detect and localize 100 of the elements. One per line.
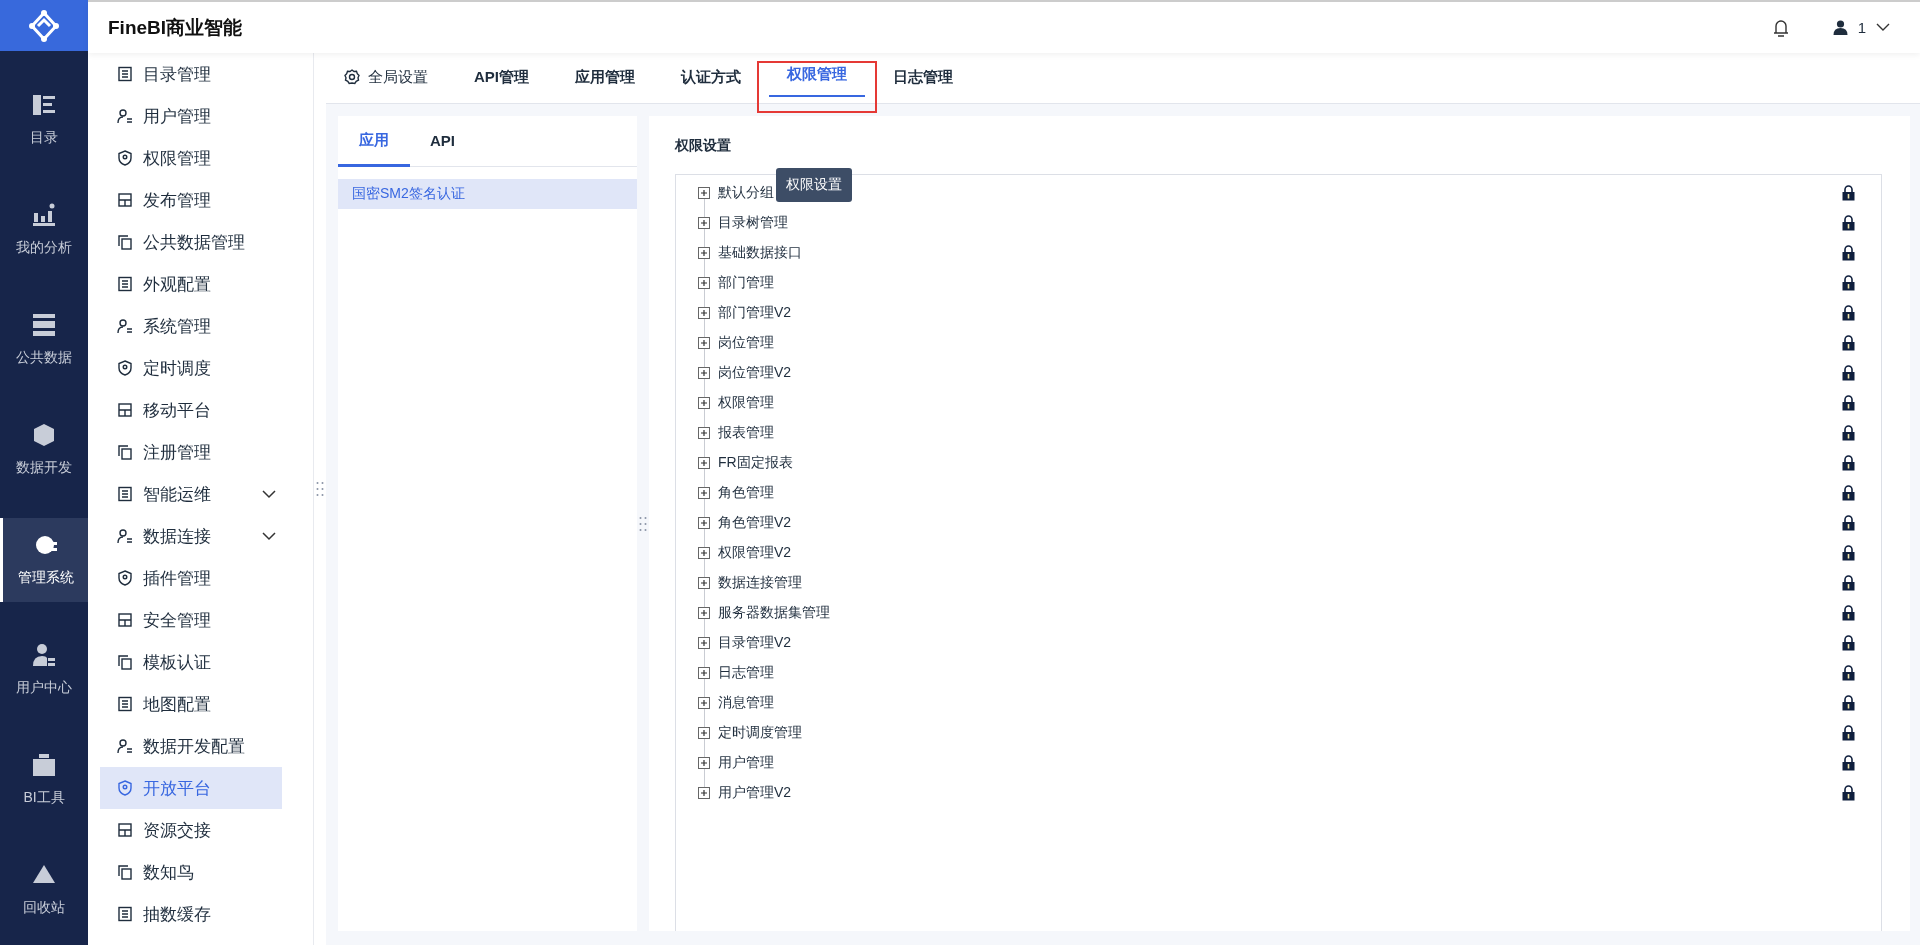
lock-icon[interactable]	[1842, 575, 1855, 591]
expand-icon[interactable]	[698, 427, 710, 439]
menu-item[interactable]: 模板认证	[100, 641, 282, 683]
lock-icon[interactable]	[1842, 635, 1855, 651]
menu-item[interactable]: 权限管理	[100, 137, 282, 179]
menu-item[interactable]: 系统管理	[100, 305, 282, 347]
expand-icon[interactable]	[698, 577, 710, 589]
lock-icon[interactable]	[1842, 395, 1855, 411]
tree-item[interactable]: 用户管理V2	[716, 784, 792, 802]
lock-icon[interactable]	[1842, 455, 1855, 471]
menu-item[interactable]: 公共数据管理	[100, 221, 282, 263]
tree-item[interactable]: 目录管理V2	[716, 634, 792, 652]
rail-item[interactable]: BI工具	[0, 738, 88, 822]
lock-icon[interactable]	[1842, 425, 1855, 441]
expand-icon[interactable]	[698, 637, 710, 649]
rail-item[interactable]: 回收站	[0, 848, 88, 932]
tab[interactable]: API	[410, 116, 475, 167]
tree-item[interactable]: 部门管理	[716, 274, 774, 292]
tree-item[interactable]: 目录树管理	[716, 214, 788, 232]
list-item[interactable]: 国密SM2签名认证	[338, 179, 637, 209]
menu-item[interactable]: 数知鸟	[100, 851, 282, 893]
lock-icon[interactable]	[1842, 725, 1855, 741]
rail-item[interactable]: 用户中心	[0, 628, 88, 712]
lock-icon[interactable]	[1842, 665, 1855, 681]
lock-icon[interactable]	[1842, 785, 1855, 801]
rail-item[interactable]: 公共数据	[0, 298, 88, 382]
tree-item[interactable]: 权限管理	[716, 394, 774, 412]
lock-icon[interactable]	[1842, 695, 1855, 711]
tree-item[interactable]: 定时调度管理	[716, 724, 802, 742]
tree-item[interactable]: 基础数据接口	[716, 244, 802, 262]
lock-icon[interactable]	[1842, 365, 1855, 381]
tab[interactable]: 应用管理	[557, 53, 653, 103]
tree-item[interactable]: 岗位管理	[716, 334, 774, 352]
expand-icon[interactable]	[698, 337, 710, 349]
expand-icon[interactable]	[698, 607, 710, 619]
menu-item[interactable]: 发布管理	[100, 179, 282, 221]
lock-icon[interactable]	[1842, 275, 1855, 291]
tab[interactable]: 应用	[338, 116, 410, 167]
tab[interactable]: 权限管理	[769, 53, 865, 97]
menu-item[interactable]: 抽数缓存	[100, 893, 282, 935]
tab[interactable]: API管理	[456, 53, 547, 103]
expand-icon[interactable]	[698, 547, 710, 559]
tab[interactable]: 全局设置	[326, 53, 446, 103]
expand-icon[interactable]	[698, 187, 710, 199]
rail-item[interactable]: 管理系统	[0, 518, 88, 602]
menu-item[interactable]: 移动平台	[100, 389, 282, 431]
menu-item[interactable]: 安全管理	[100, 599, 282, 641]
drag-handle-icon[interactable]	[639, 515, 647, 532]
lock-icon[interactable]	[1842, 305, 1855, 321]
menu-item[interactable]: 智能运维	[100, 473, 282, 515]
tree-item[interactable]: 日志管理	[716, 664, 774, 682]
menu-item[interactable]: 定时调度	[100, 347, 282, 389]
expand-icon[interactable]	[698, 247, 710, 259]
menu-item[interactable]: 数据开发配置	[100, 725, 282, 767]
expand-icon[interactable]	[698, 487, 710, 499]
menu-item[interactable]: 目录管理	[100, 53, 282, 95]
expand-icon[interactable]	[698, 757, 710, 769]
lock-icon[interactable]	[1842, 605, 1855, 621]
lock-icon[interactable]	[1842, 245, 1855, 261]
lock-icon[interactable]	[1842, 185, 1855, 201]
tab[interactable]: 认证方式	[663, 53, 759, 103]
user-menu[interactable]: 1	[1832, 19, 1890, 36]
expand-icon[interactable]	[698, 787, 710, 799]
tree-item[interactable]: 用户管理	[716, 754, 774, 772]
expand-icon[interactable]	[698, 517, 710, 529]
tree-item[interactable]: 消息管理	[716, 694, 774, 712]
bell-icon[interactable]	[1772, 18, 1789, 37]
rail-item[interactable]: 目录	[0, 78, 88, 162]
menu-item[interactable]: 数据连接	[100, 515, 282, 557]
menu-item[interactable]: 插件管理	[100, 557, 282, 599]
rail-item[interactable]: 我的分析	[0, 188, 88, 272]
tree-item[interactable]: 数据连接管理	[716, 574, 802, 592]
expand-icon[interactable]	[698, 307, 710, 319]
lock-icon[interactable]	[1842, 545, 1855, 561]
expand-icon[interactable]	[698, 217, 710, 229]
tab[interactable]: 日志管理	[875, 53, 971, 103]
expand-icon[interactable]	[698, 697, 710, 709]
lock-icon[interactable]	[1842, 485, 1855, 501]
lock-icon[interactable]	[1842, 755, 1855, 771]
menu-item[interactable]: 外观配置	[100, 263, 282, 305]
tree-item[interactable]: 角色管理V2	[716, 514, 792, 532]
expand-icon[interactable]	[698, 367, 710, 379]
chevron-down-icon[interactable]	[262, 531, 276, 541]
lock-icon[interactable]	[1842, 215, 1855, 231]
menu-item[interactable]: 用户管理	[100, 95, 282, 137]
tree-item[interactable]: 部门管理V2	[716, 304, 792, 322]
lock-icon[interactable]	[1842, 335, 1855, 351]
menu-item[interactable]: 开放平台	[100, 767, 282, 809]
tree-item[interactable]: 角色管理	[716, 484, 774, 502]
expand-icon[interactable]	[698, 277, 710, 289]
expand-icon[interactable]	[698, 667, 710, 679]
tree-item[interactable]: FR固定报表	[716, 454, 793, 472]
logo-block[interactable]	[0, 0, 88, 51]
expand-icon[interactable]	[698, 457, 710, 469]
menu-item[interactable]: 注册管理	[100, 431, 282, 473]
tree-item[interactable]: 服务器数据集管理	[716, 604, 830, 622]
tree-item[interactable]: 权限管理V2	[716, 544, 792, 562]
tree-item[interactable]: 默认分组	[716, 184, 774, 202]
tree-item[interactable]: 岗位管理V2	[716, 364, 792, 382]
rail-item[interactable]: 数据开发	[0, 408, 88, 492]
